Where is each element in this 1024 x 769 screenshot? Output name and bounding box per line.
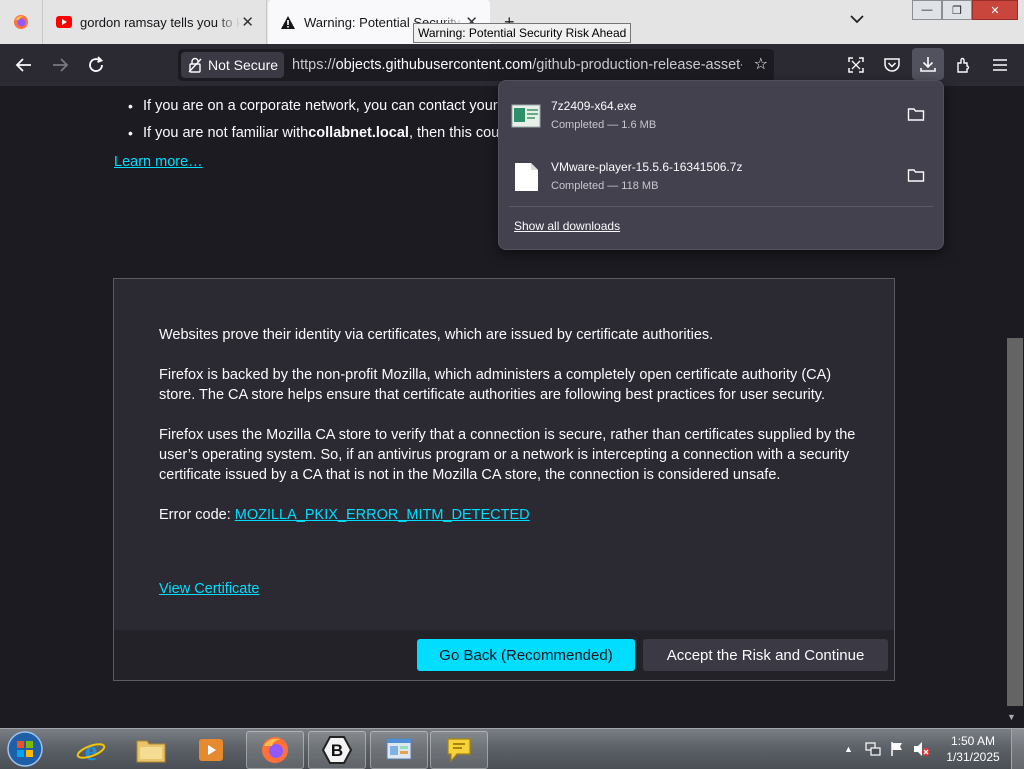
close-tab-icon[interactable]: ✕ (241, 13, 254, 31)
taskbar-file-explorer[interactable] (122, 731, 180, 769)
svg-text:e: e (85, 736, 97, 765)
downloads-panel: 7z2409-x64.exe Completed — 1.6 MB VMware… (498, 80, 944, 250)
error-code-link[interactable]: MOZILLA_PKIX_ERROR_MITM_DETECTED (235, 507, 530, 523)
taskbar-media-player[interactable] (182, 731, 240, 769)
taskbar-internet-explorer[interactable]: e (62, 731, 120, 769)
download-status: Completed — 118 MB (551, 180, 659, 192)
url-bar[interactable]: Not Secure https://objects.githubusercon… (178, 49, 774, 81)
paragraph: Websites prove their identity via certif… (159, 327, 714, 343)
extensions-icon[interactable] (952, 53, 976, 77)
not-secure-indicator[interactable]: Not Secure (181, 52, 285, 78)
view-certificate-link[interactable]: View Certificate (159, 581, 259, 597)
download-status: Completed — 1.6 MB (551, 119, 657, 131)
start-button-icon[interactable] (5, 730, 45, 768)
advanced-text: Websites prove their identity via certif… (159, 325, 859, 545)
download-item[interactable]: VMware-player-15.5.6-16341506.7z Complet… (499, 150, 943, 206)
button-row: Go Back (Recommended) Accept the Risk an… (114, 630, 894, 680)
media-player-icon (199, 739, 223, 761)
file-explorer-icon (136, 740, 166, 763)
url-scheme: https:// (292, 57, 336, 73)
paragraph: Firefox is backed by the non-profit Mozi… (159, 367, 832, 403)
system-tray: ▲ (844, 729, 931, 769)
folder-icon[interactable] (907, 166, 925, 184)
learn-more-link[interactable]: Learn more… (114, 154, 203, 170)
control-panel-icon (386, 738, 412, 760)
show-desktop-button[interactable] (1011, 729, 1024, 769)
firefox-icon (14, 15, 28, 29)
advanced-panel: Websites prove their identity via certif… (113, 278, 895, 681)
url-path: /github-production-release-asset-2e65be/ (532, 57, 742, 73)
clock[interactable]: 1:50 AM 1/31/2025 (940, 733, 1006, 765)
tab-label: gordon ramsay tells you to kill yourself (80, 14, 240, 30)
chevron-down-icon[interactable] (850, 11, 864, 27)
close-window-icon[interactable]: ✕ (972, 0, 1018, 20)
youtube-icon (56, 16, 72, 28)
taskbar-chat-app[interactable] (430, 731, 488, 769)
firefox-icon (262, 737, 288, 763)
restore-icon[interactable]: ❐ (942, 0, 972, 20)
tab-youtube[interactable]: gordon ramsay tells you to kill yourself… (44, 0, 267, 44)
blank-file-icon (515, 163, 538, 191)
unlocked-padlock-icon (188, 57, 202, 73)
b-app-icon: B (321, 736, 353, 764)
scroll-down-icon[interactable]: ▼ (1007, 712, 1016, 722)
security-label: Not Secure (208, 57, 279, 73)
error-code-line: Error code: MOZILLA_PKIX_ERROR_MITM_DETE… (159, 505, 859, 525)
url-text[interactable]: https://objects.githubusercontent.com/gi… (292, 57, 742, 73)
taskbar: e B ▲ 1:50 AM 1/31/2025 (0, 728, 1024, 769)
download-icon (920, 57, 936, 72)
reload-icon[interactable] (84, 53, 108, 77)
clock-date: 1/31/2025 (946, 750, 1000, 764)
screenshot-icon[interactable] (844, 53, 868, 77)
taskbar-control-panel[interactable] (370, 731, 428, 769)
warning-icon (281, 15, 295, 29)
bookmark-star-icon[interactable]: ☆ (754, 54, 768, 74)
forward-icon[interactable] (48, 53, 72, 77)
pocket-icon[interactable] (880, 53, 904, 77)
internet-explorer-icon: e (76, 736, 106, 765)
taskbar-firefox[interactable] (246, 731, 304, 769)
hostname-bold: collabnet.local (308, 124, 409, 141)
back-icon[interactable] (12, 53, 36, 77)
minimize-icon[interactable]: — (912, 0, 942, 20)
tab-pinned-firefox[interactable] (0, 0, 43, 44)
download-item[interactable]: 7z2409-x64.exe Completed — 1.6 MB (499, 89, 943, 145)
taskbar-b-app[interactable]: B (308, 731, 366, 769)
download-filename: 7z2409-x64.exe (551, 99, 637, 113)
clock-time: 1:50 AM (950, 734, 996, 748)
hamburger-menu-icon[interactable] (988, 53, 1012, 77)
action-center-flag-icon[interactable] (889, 741, 905, 757)
error-code-label: Error code: (159, 507, 235, 523)
downloads-button[interactable] (912, 48, 944, 80)
scrollbar-thumb[interactable] (1007, 338, 1023, 706)
bullet-text-pre: If you are not familiar with (143, 124, 309, 141)
accept-risk-button[interactable]: Accept the Risk and Continue (643, 639, 888, 671)
volume-muted-icon[interactable] (913, 741, 931, 757)
paragraph: Firefox uses the Mozilla CA store to ver… (159, 427, 856, 483)
folder-icon[interactable] (907, 105, 925, 123)
tray-expand-icon[interactable]: ▲ (844, 744, 853, 754)
svg-text:B: B (331, 741, 343, 760)
chat-bubble-icon (447, 738, 471, 763)
network-icon[interactable] (865, 741, 881, 757)
url-host: objects.githubusercontent.com (335, 57, 533, 73)
window-controls: — ❐ ✕ (912, 0, 1018, 20)
show-all-downloads-link[interactable]: Show all downloads (514, 219, 620, 233)
tab-tooltip: Warning: Potential Security Risk Ahead (413, 23, 632, 43)
go-back-button[interactable]: Go Back (Recommended) (417, 639, 635, 671)
divider (509, 206, 933, 207)
download-filename: VMware-player-15.5.6-16341506.7z (551, 160, 743, 174)
exe-file-icon (511, 104, 541, 128)
